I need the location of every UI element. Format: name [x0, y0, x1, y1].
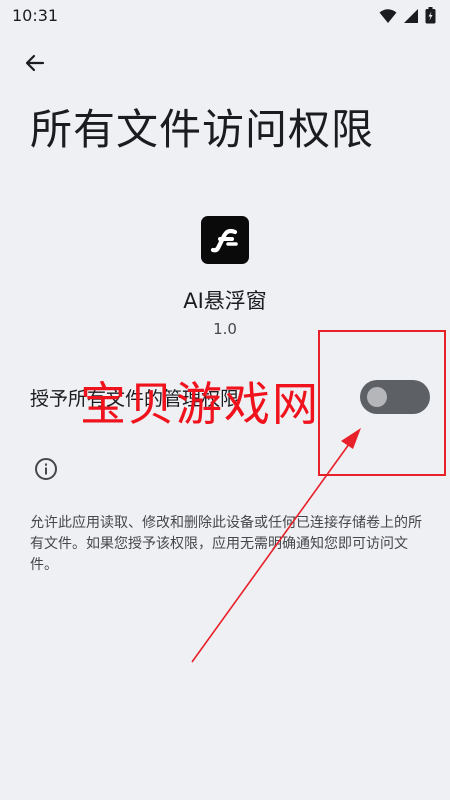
wifi-icon [379, 8, 397, 28]
arrow-back-icon [23, 51, 47, 79]
watermark: 宝贝游戏网 [80, 377, 320, 431]
status-icons [379, 7, 436, 28]
permission-description: 允许此应用读取、修改和删除此设备或任何已连接存储卷上的所有文件。如果您授予该权限… [30, 515, 422, 573]
battery-icon [425, 7, 436, 28]
page-title: 所有文件访问权限 [30, 105, 375, 154]
info-icon [34, 457, 58, 481]
status-time: 10:31 [12, 6, 59, 25]
app-name: AI悬浮窗 [183, 289, 267, 313]
app-logo-icon [201, 216, 249, 264]
status-bar: 10:31 [0, 0, 450, 32]
highlight-box [318, 330, 446, 476]
screen: 10:31 所有文件访问权限 AI悬浮窗 1.0 授予所有文件的管理权限 允许此… [0, 0, 450, 800]
back-button[interactable] [18, 50, 52, 80]
signal-icon [403, 8, 419, 28]
